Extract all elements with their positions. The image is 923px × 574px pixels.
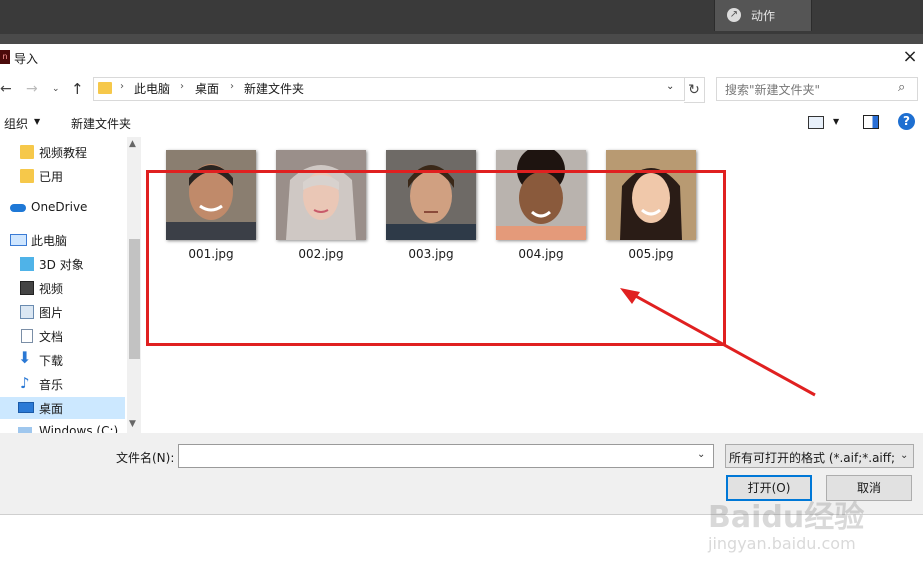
red-arrow-annotation [620,288,816,397]
watermark-logo: Baidu经验 [708,500,865,535]
watermark-url: jingyan.baidu.com [708,534,856,553]
